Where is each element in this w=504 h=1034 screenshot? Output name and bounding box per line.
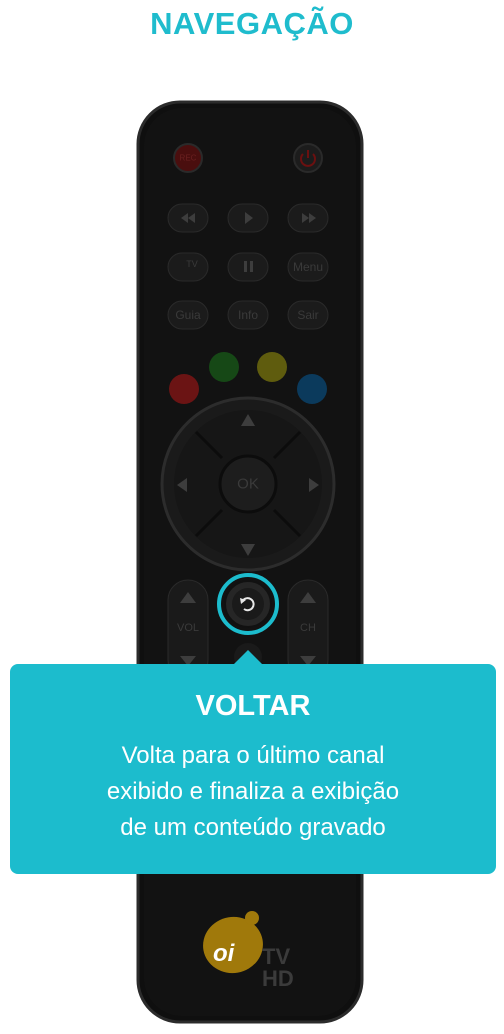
pause-button[interactable] <box>227 252 269 282</box>
remote-control <box>136 100 364 1024</box>
tooltip-arrow <box>234 650 262 664</box>
guia-label: Guia <box>175 308 201 322</box>
tv-label: TV <box>186 259 198 269</box>
info-label: Info <box>237 308 259 322</box>
ch-label: CH <box>300 622 316 634</box>
yellow-color-button[interactable] <box>257 352 287 382</box>
tooltip-line: Volta para o último canal <box>121 742 385 769</box>
logo-oi-text: oi <box>213 940 235 967</box>
tooltip-title: VOLTAR <box>195 690 311 722</box>
menu-label: Menu <box>292 260 324 274</box>
logo-hd-text: HD <box>262 966 294 991</box>
tooltip-description: Volta para o último canal exibido e fina… <box>10 738 496 846</box>
green-color-button[interactable] <box>209 352 239 382</box>
sair-label: Sair <box>297 308 319 322</box>
blue-color-button[interactable] <box>297 374 327 404</box>
ok-label: OK <box>237 475 259 493</box>
rec-label: REC <box>179 153 197 163</box>
logo-tv-hd: TV HD <box>262 946 294 990</box>
logo-tv-text: TV <box>262 944 291 969</box>
vol-label: VOL <box>176 622 200 634</box>
tooltip: VOLTAR Volta para o último canal exibido… <box>10 664 496 874</box>
tooltip-line: de um conteúdo gravado <box>120 814 386 841</box>
red-color-button[interactable] <box>169 374 199 404</box>
tooltip-line: exibido e finaliza a exibição <box>106 778 400 805</box>
